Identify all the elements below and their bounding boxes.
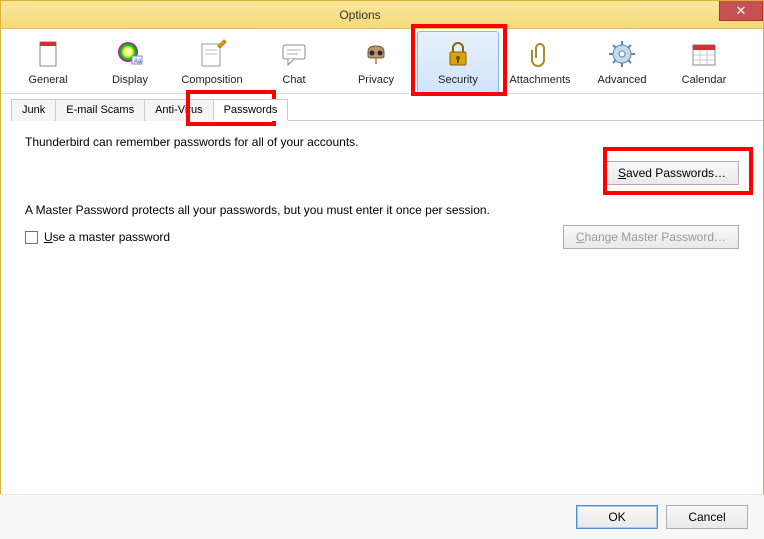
security-tabbar: Junk E-mail Scams Anti-Virus Passwords <box>11 98 763 121</box>
window-title: Options <box>1 8 719 22</box>
cancel-button[interactable]: Cancel <box>666 505 748 529</box>
tool-composition[interactable]: Composition <box>171 31 253 93</box>
tool-general-label: General <box>28 74 67 86</box>
saved-passwords-button[interactable]: Saved Passwords… <box>605 161 739 185</box>
close-button[interactable]: ✕ <box>719 1 763 21</box>
advanced-icon <box>606 38 638 70</box>
tool-security[interactable]: Security <box>417 31 499 93</box>
tool-advanced-label: Advanced <box>598 74 647 86</box>
change-master-password-button: Change Master Password… <box>563 225 739 249</box>
tool-advanced[interactable]: Advanced <box>581 31 663 93</box>
tool-calendar[interactable]: Calendar <box>663 31 745 93</box>
tool-display[interactable]: Aa Display <box>89 31 171 93</box>
tool-chat-label: Chat <box>282 74 305 86</box>
dialog-footer: OK Cancel <box>0 494 764 539</box>
tool-calendar-label: Calendar <box>682 74 727 86</box>
master-password-text: A Master Password protects all your pass… <box>25 203 490 217</box>
privacy-icon <box>360 38 392 70</box>
tab-junk[interactable]: Junk <box>11 99 56 121</box>
tab-passwords[interactable]: Passwords <box>213 99 289 121</box>
titlebar: Options ✕ <box>1 1 763 29</box>
tab-anti-virus[interactable]: Anti-Virus <box>144 99 213 121</box>
tool-attachments-label: Attachments <box>509 74 570 86</box>
attachments-icon <box>524 38 556 70</box>
use-master-password-label: Use a master password <box>44 230 170 244</box>
display-icon: Aa <box>114 38 146 70</box>
composition-icon <box>196 38 228 70</box>
chat-icon <box>278 38 310 70</box>
options-toolbar: General Aa Display Composition Chat Priv… <box>1 29 763 94</box>
passwords-panel: Thunderbird can remember passwords for a… <box>1 121 763 501</box>
close-icon: ✕ <box>736 4 747 17</box>
remember-passwords-text: Thunderbird can remember passwords for a… <box>25 135 359 149</box>
general-icon <box>32 38 64 70</box>
svg-text:Aa: Aa <box>134 59 142 65</box>
security-icon <box>442 38 474 70</box>
tool-display-label: Display <box>112 74 148 86</box>
tool-general[interactable]: General <box>7 31 89 93</box>
tool-privacy-label: Privacy <box>358 74 394 86</box>
tool-security-label: Security <box>438 74 478 86</box>
use-master-password-row[interactable]: Use a master password <box>25 230 170 244</box>
calendar-icon <box>688 38 720 70</box>
tool-composition-label: Composition <box>181 74 242 86</box>
use-master-password-checkbox[interactable] <box>25 231 38 244</box>
tool-privacy[interactable]: Privacy <box>335 31 417 93</box>
tool-chat[interactable]: Chat <box>253 31 335 93</box>
tab-email-scams[interactable]: E-mail Scams <box>55 99 145 121</box>
ok-button[interactable]: OK <box>576 505 658 529</box>
tool-attachments[interactable]: Attachments <box>499 31 581 93</box>
